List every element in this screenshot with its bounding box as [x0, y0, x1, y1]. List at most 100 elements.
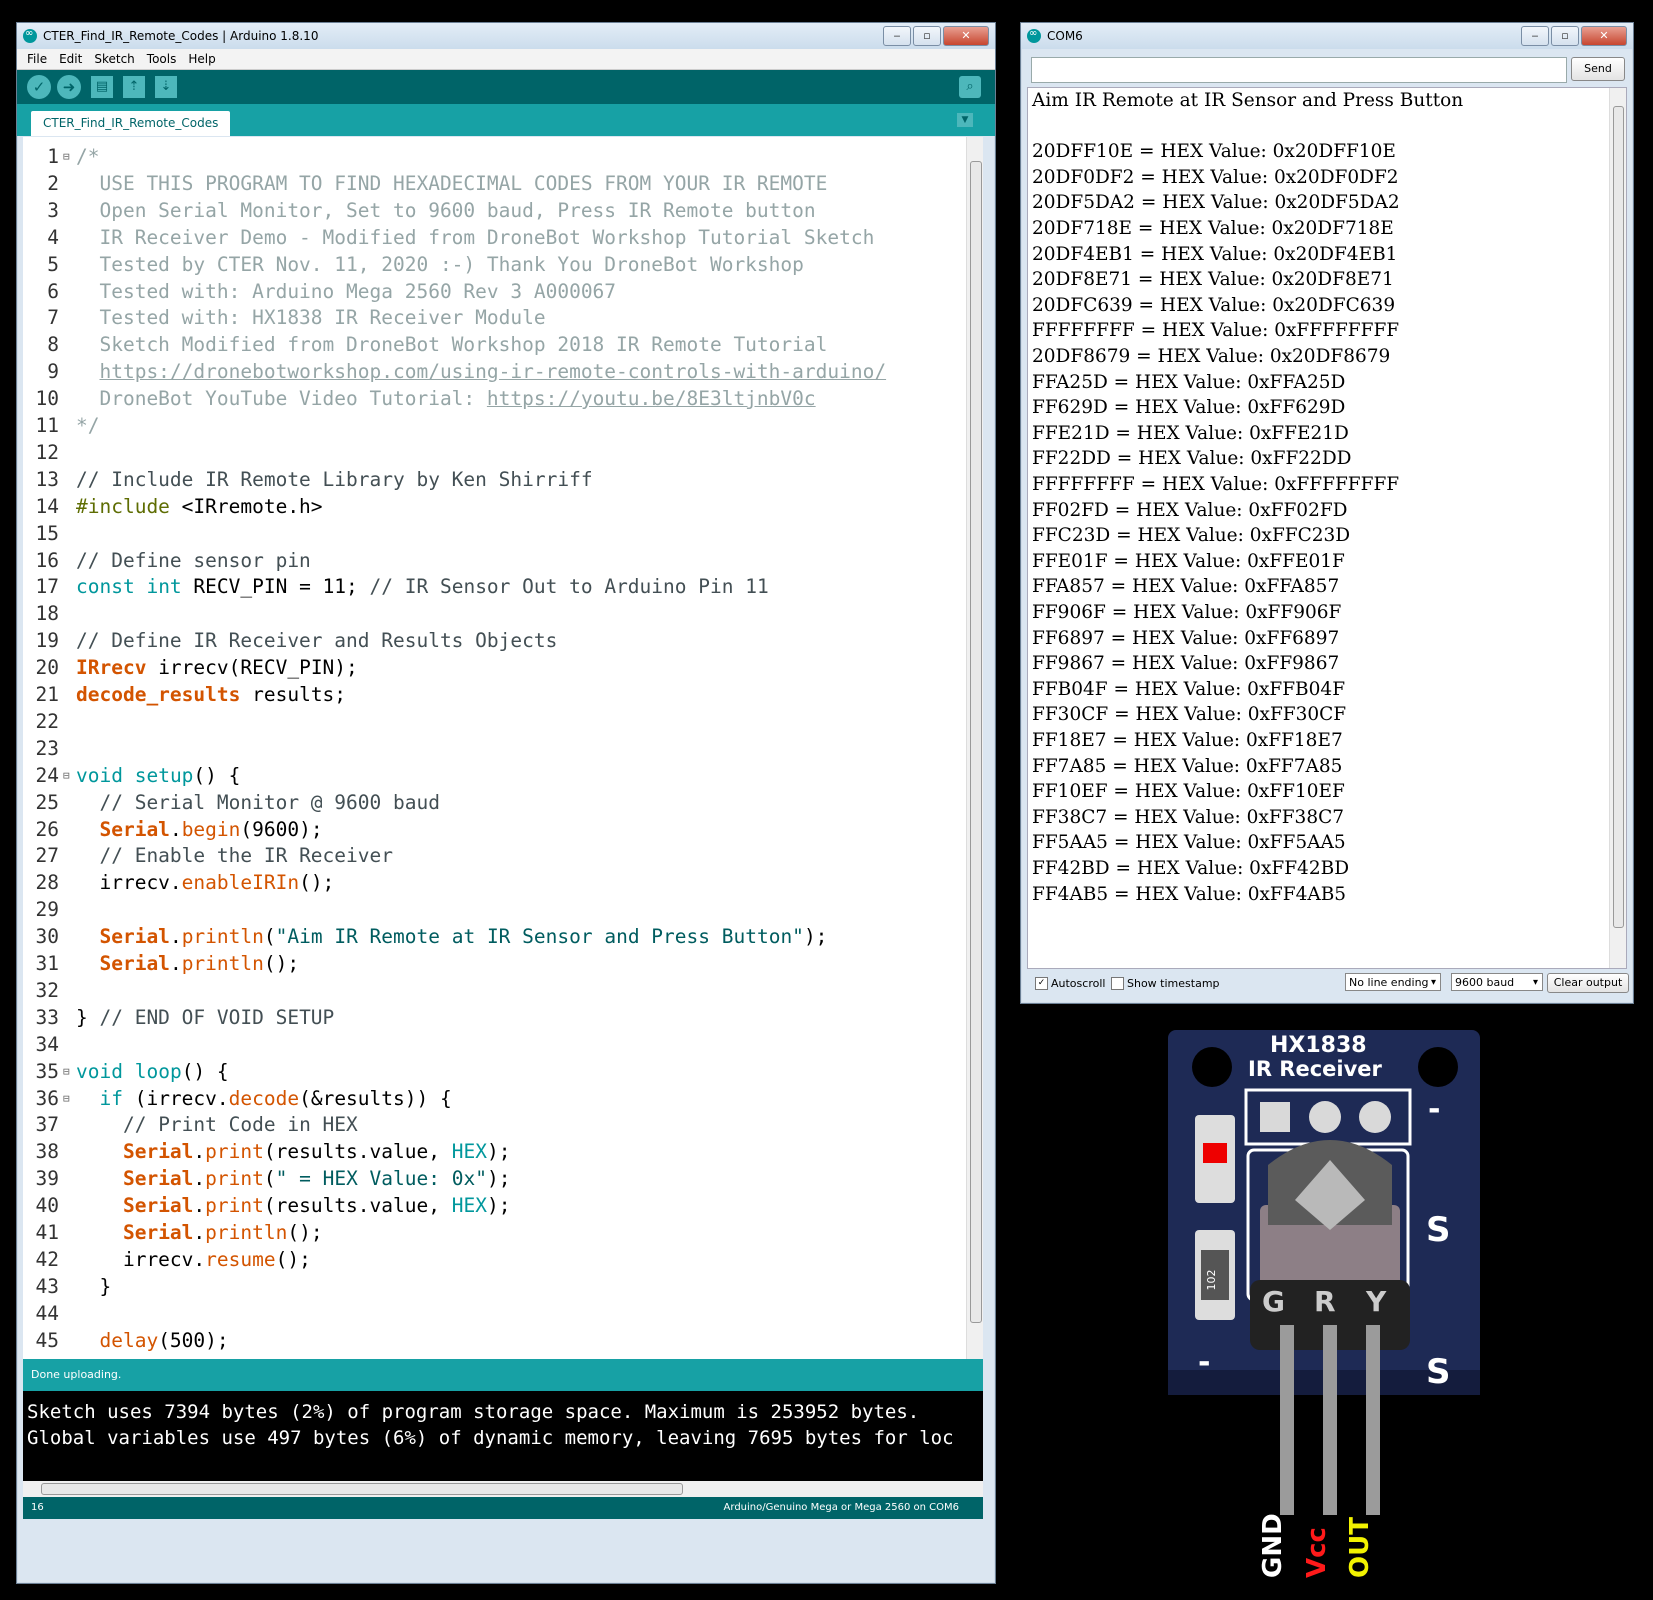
serial-output-line: FF5AA5 = HEX Value: 0xFF5AA5	[1032, 832, 1346, 854]
fold-toggle-icon[interactable]: ⊟	[63, 1085, 70, 1112]
line-number: 41	[35, 1221, 59, 1244]
line-number: 40	[35, 1194, 59, 1218]
line-number: 3	[47, 198, 59, 222]
code-line: 22	[23, 708, 963, 735]
code-text: Serial.print(results.value, HEX);	[122, 1140, 511, 1164]
code-text: DroneBot YouTube Video Tutorial: https:/…	[76, 387, 816, 411]
serial-output-line: FF4AB5 = HEX Value: 0xFF4AB5	[1032, 883, 1347, 905]
tab-menu-chevron-down-icon[interactable]: ▼	[957, 113, 973, 127]
code-text: Serial.println("Aim IR Remote at IR Sens…	[99, 925, 828, 949]
line-number: 17	[35, 575, 59, 599]
menu-edit[interactable]: Edit	[59, 52, 82, 66]
serial-vertical-scrollbar[interactable]	[1609, 88, 1626, 968]
serial-send-input[interactable]	[1031, 57, 1567, 83]
code-editor[interactable]: 1 ⊟/* 2 USE THIS PROGRAM TO FIND HEXADECIM…	[23, 137, 983, 1359]
minimize-button[interactable]: ‒	[883, 26, 911, 46]
serial-output-line: FF02FD = HEX Value: 0xFF02FD	[1032, 499, 1348, 521]
serial-output-line: FF22DD = HEX Value: 0xFF22DD	[1032, 448, 1352, 470]
fold-toggle-icon[interactable]: ⊟	[63, 762, 70, 789]
code-line: 20 IRrecv irrecv(RECV_PIN);	[23, 654, 963, 681]
line-number: 24	[35, 763, 59, 787]
send-button[interactable]: Send	[1571, 57, 1625, 81]
line-number: 34	[35, 1032, 59, 1056]
menu-sketch[interactable]: Sketch	[94, 52, 134, 66]
line-number: 45	[35, 1328, 59, 1352]
code-text: // Define sensor pin	[76, 548, 311, 572]
fold-toggle-icon[interactable]: ⊟	[63, 1058, 70, 1085]
serial-output-line: FFFFFFFF = HEX Value: 0xFFFFFFFF	[1032, 320, 1400, 342]
side-mark-s-bottom: S	[1426, 1352, 1451, 1392]
save-sketch-icon[interactable]: ⇣	[155, 76, 177, 98]
serial-monitor-icon[interactable]: ⌕	[959, 76, 981, 98]
line-number: 4	[47, 225, 59, 249]
line-number: 2	[47, 171, 59, 195]
code-text: /*	[76, 145, 100, 168]
code-line: 36 ⊟ if (irrecv.decode(&results)) {	[23, 1085, 963, 1112]
menu-file[interactable]: File	[27, 52, 47, 66]
line-number: 18	[35, 602, 59, 626]
code-text: https://dronebotworkshop.com/using-ir-re…	[99, 360, 887, 384]
autoscroll-label: Autoscroll	[1051, 977, 1106, 990]
serial-scroll-thumb[interactable]	[1613, 106, 1624, 928]
menu-tools[interactable]: Tools	[147, 52, 177, 66]
code-line: 8 Sketch Modified from DroneBot Workshop…	[23, 331, 963, 358]
editor-scroll-thumb[interactable]	[970, 161, 982, 1323]
code-line: 6 Tested with: Arduino Mega 2560 Rev 3 A…	[23, 278, 963, 305]
module-subtitle: IR Receiver	[1248, 1057, 1382, 1081]
code-line: 33} // END OF VOID SETUP	[23, 1004, 963, 1031]
code-line: 38 Serial.print(results.value, HEX);	[23, 1138, 963, 1165]
open-sketch-icon[interactable]: ⇡	[123, 76, 145, 98]
maximize-button[interactable]: ▫	[1551, 26, 1579, 46]
code-line: 9 https://dronebotworkshop.com/using-ir-…	[23, 358, 963, 385]
new-sketch-icon[interactable]: ▤	[91, 76, 113, 98]
autoscroll-checkbox[interactable]: ✓	[1035, 977, 1048, 990]
minimize-button[interactable]: ‒	[1521, 26, 1549, 46]
maximize-button[interactable]: ▫	[913, 26, 941, 46]
tab-sketch[interactable]: CTER_Find_IR_Remote_Codes	[31, 111, 231, 136]
code-line: 34	[23, 1031, 963, 1058]
verify-icon[interactable]: ✓	[27, 75, 51, 99]
code-line: 10 DroneBot YouTube Video Tutorial: http…	[23, 385, 963, 412]
line-number: 7	[47, 306, 59, 330]
show-timestamp-checkbox[interactable]	[1111, 977, 1124, 990]
close-button[interactable]: ✕	[1581, 26, 1627, 46]
upload-icon[interactable]: ➜	[57, 75, 81, 99]
close-button[interactable]: ✕	[943, 26, 989, 46]
side-mark-minus-bottom: -	[1198, 1345, 1211, 1380]
line-number: 13	[35, 467, 59, 491]
line-number: 25	[35, 790, 59, 814]
ide-window-title: CTER_Find_IR_Remote_Codes | Arduino 1.8.…	[43, 29, 319, 43]
code-text: } // END OF VOID SETUP	[76, 1005, 335, 1029]
menu-help[interactable]: Help	[188, 52, 215, 66]
code-text: Sketch Modified from DroneBot Workshop 2…	[76, 333, 828, 357]
line-number: 38	[35, 1140, 59, 1164]
code-text: }	[76, 1274, 112, 1298]
editor-vertical-scrollbar[interactable]	[966, 137, 983, 1359]
line-number: 42	[35, 1247, 59, 1271]
code-line: 14 #include <IRremote.h>	[23, 493, 963, 520]
arduino-logo-icon	[1027, 28, 1041, 43]
code-text: Tested by CTER Nov. 11, 2020 :-) Thank Y…	[76, 252, 804, 276]
code-text: // Enable the IR Receiver	[99, 844, 393, 868]
serial-window-title: COM6	[1047, 29, 1083, 43]
console-scroll-thumb[interactable]	[41, 1483, 683, 1495]
code-text: delay(500);	[99, 1328, 229, 1352]
board-info-bar: 16 Arduino/Genuino Mega or Mega 2560 on …	[23, 1497, 983, 1519]
baud-rate-select[interactable]: 9600 baud	[1451, 973, 1543, 992]
code-line: 29	[23, 896, 963, 923]
fold-toggle-icon[interactable]: ⊟	[63, 143, 70, 170]
code-line: 16 // Define sensor pin	[23, 547, 963, 574]
serial-output-line: FF42BD = HEX Value: 0xFF42BD	[1032, 858, 1350, 879]
line-ending-select[interactable]: No line ending	[1345, 973, 1441, 992]
line-number: 21	[35, 683, 59, 706]
code-text: Serial.print(results.value, HEX);	[122, 1194, 511, 1218]
code-text: irrecv.enableIRIn();	[76, 871, 335, 895]
pin-letter-r: R	[1314, 1285, 1336, 1318]
code-line: 21 decode_results results;	[23, 681, 963, 708]
clear-output-button[interactable]: Clear output	[1547, 973, 1629, 993]
serial-output-line: 20DF718E = HEX Value: 0x20DF718E	[1032, 218, 1394, 239]
line-number: 8	[47, 333, 59, 357]
pin-gnd	[1280, 1325, 1294, 1515]
pin-vcc	[1323, 1325, 1337, 1515]
console-horizontal-scrollbar[interactable]	[23, 1481, 983, 1497]
